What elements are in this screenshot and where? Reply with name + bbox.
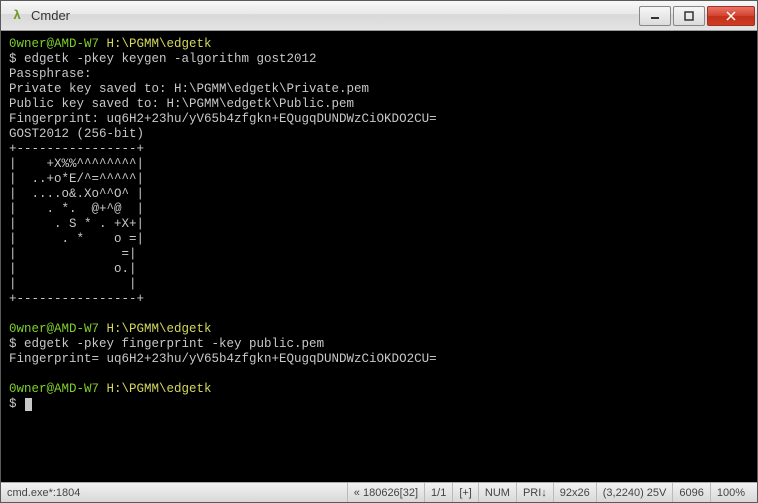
window-title: Cmder [31, 8, 639, 23]
app-window: λ Cmder 0wner@AMD-W7 H:\PGMM\edgetk $ ed… [0, 0, 758, 503]
titlebar[interactable]: λ Cmder [1, 1, 757, 31]
output-line: Public key saved to: H:\PGMM\edgetk\Publ… [9, 97, 354, 111]
cursor [25, 398, 32, 411]
output-line: GOST2012 (256-bit) [9, 127, 144, 141]
prompt-path: H:\PGMM\edgetk [107, 37, 212, 51]
maximize-button[interactable] [673, 6, 705, 26]
output-line: Passphrase: [9, 67, 92, 81]
status-pos: (3,2240) 25V [596, 483, 673, 502]
close-button[interactable] [707, 6, 755, 26]
status-pri[interactable]: PRI↓ [516, 483, 553, 502]
status-size: 92x26 [553, 483, 596, 502]
statusbar: cmd.exe*:1804 « 180626[32] 1/1 [+] NUM P… [1, 482, 757, 502]
command-text: edgetk -pkey fingerprint -key public.pem [24, 337, 324, 351]
status-seg[interactable]: 1/1 [424, 483, 452, 502]
prompt-path: H:\PGMM\edgetk [107, 382, 212, 396]
prompt-symbol: $ [9, 52, 24, 66]
prompt-symbol: $ [9, 397, 24, 411]
output-line: Fingerprint= uq6H2+23hu/yV65b4zfgkn+EQug… [9, 352, 437, 366]
status-mem: 6096 [672, 483, 709, 502]
status-seg[interactable]: « 180626[32] [347, 483, 424, 502]
prompt-path: H:\PGMM\edgetk [107, 322, 212, 336]
prompt-symbol: $ [9, 337, 24, 351]
randomart: +----------------+ | +X%%^^^^^^^^| | ..+… [9, 142, 144, 306]
window-buttons [639, 6, 755, 26]
output-line: Private key saved to: H:\PGMM\edgetk\Pri… [9, 82, 369, 96]
command-text: edgetk -pkey keygen -algorithm gost2012 [24, 52, 317, 66]
status-process[interactable]: cmd.exe*:1804 [7, 487, 80, 499]
minimize-button[interactable] [639, 6, 671, 26]
app-icon: λ [9, 8, 25, 24]
prompt-user: 0wner@AMD-W7 [9, 322, 99, 336]
status-seg[interactable]: [+] [452, 483, 478, 502]
terminal-area[interactable]: 0wner@AMD-W7 H:\PGMM\edgetk $ edgetk -pk… [1, 31, 757, 482]
output-line: Fingerprint: uq6H2+23hu/yV65b4zfgkn+EQug… [9, 112, 437, 126]
status-zoom[interactable]: 100% [710, 483, 751, 502]
prompt-user: 0wner@AMD-W7 [9, 37, 99, 51]
prompt-user: 0wner@AMD-W7 [9, 382, 99, 396]
status-num: NUM [478, 483, 516, 502]
